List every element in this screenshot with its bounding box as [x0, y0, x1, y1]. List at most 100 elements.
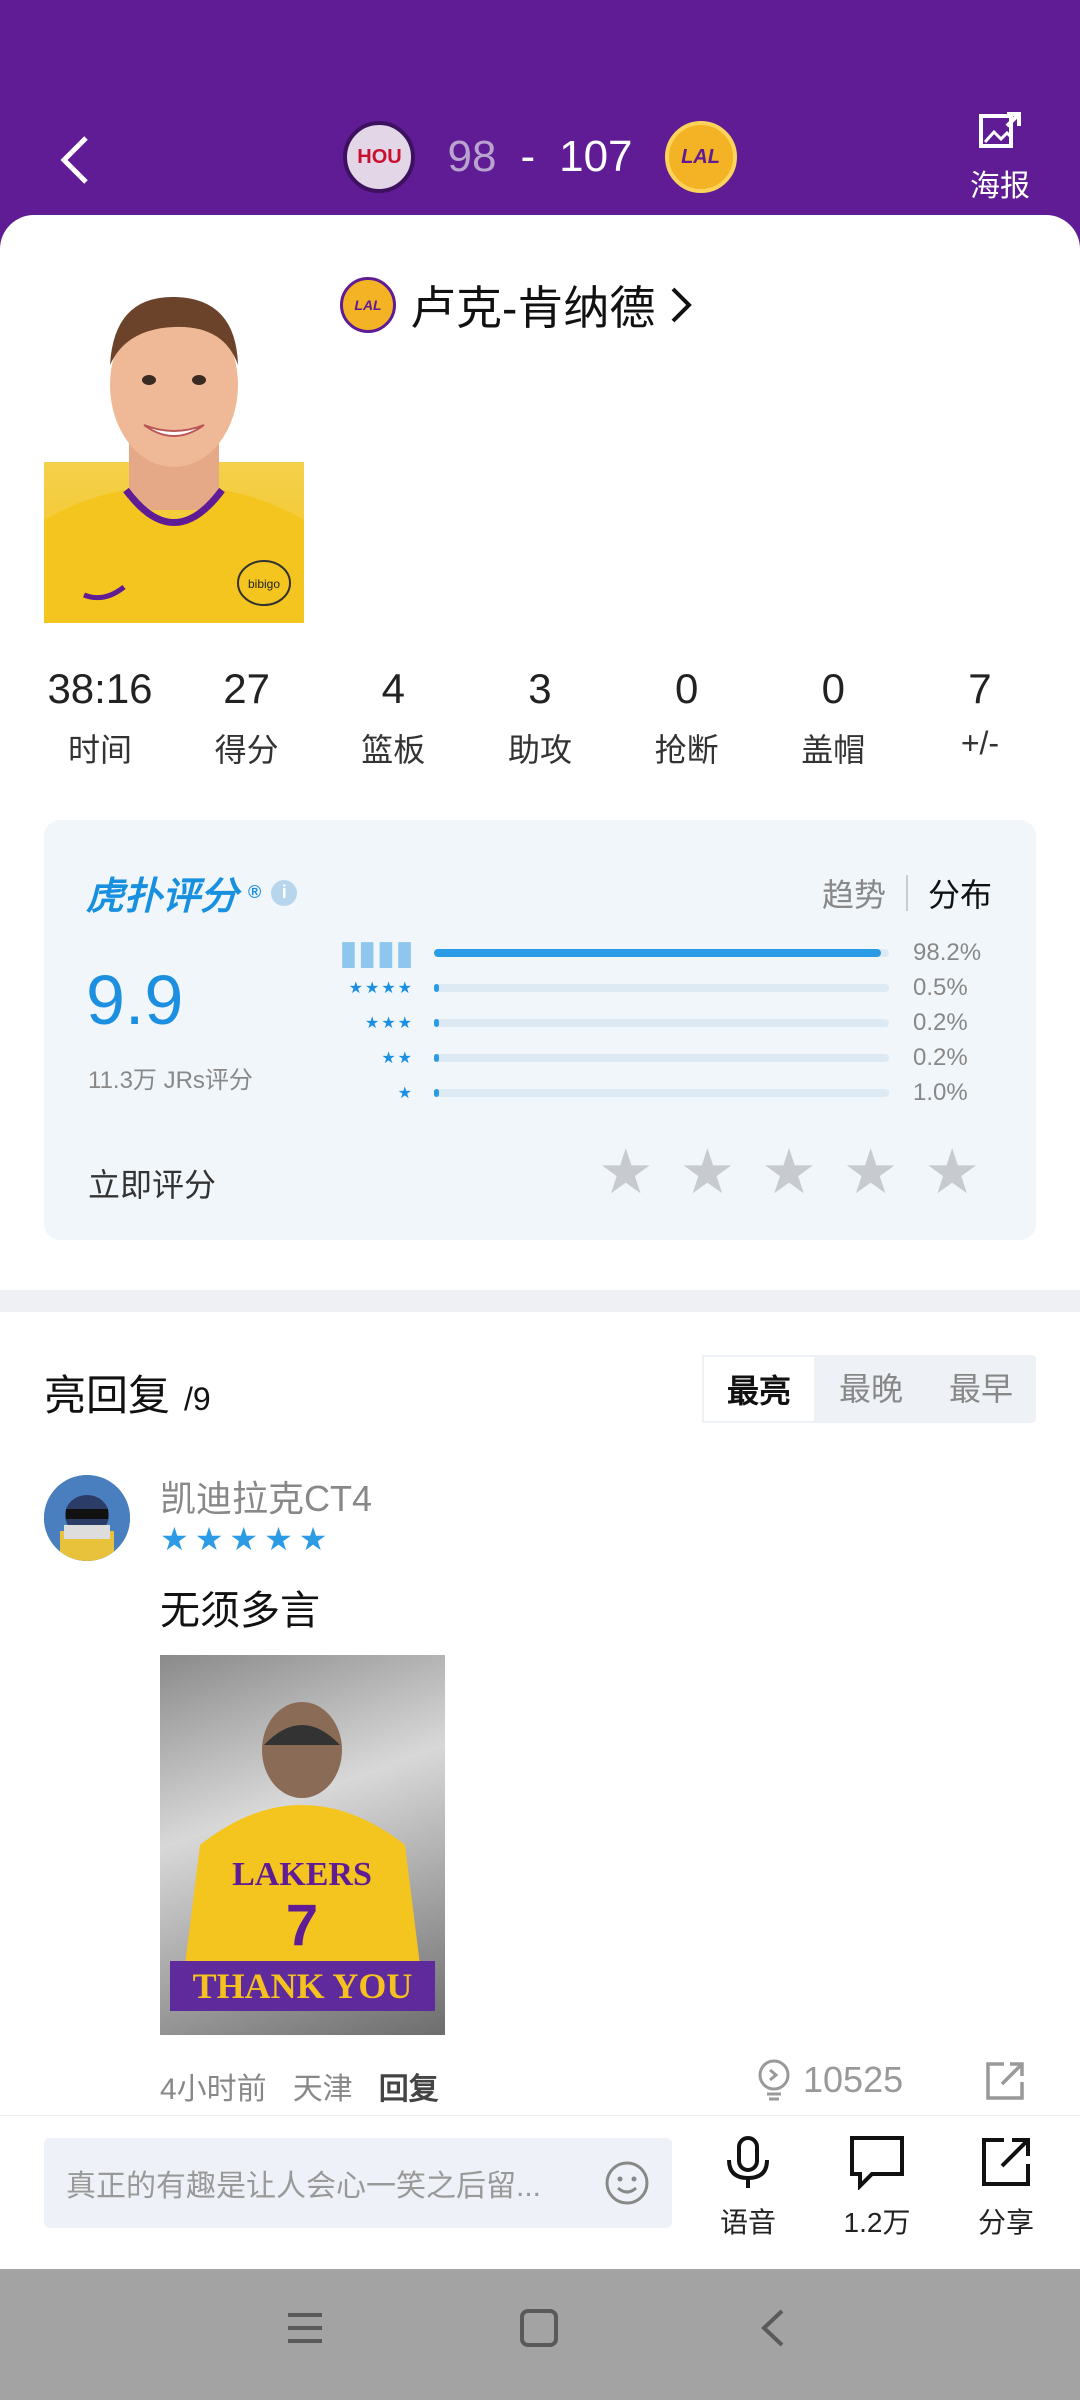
player-team-badge-text: LAL: [354, 297, 382, 313]
away-team-logo[interactable]: HOU: [343, 121, 416, 193]
tab-distribution[interactable]: 分布: [928, 870, 992, 916]
player-photo: bibigo: [44, 265, 304, 623]
star-icon: ★: [298, 1521, 328, 1557]
distribution-bar-fill: [434, 1018, 439, 1027]
stat-value: 0: [821, 665, 845, 712]
stat-value: 38:16: [47, 665, 153, 712]
comments-count-label: 1.2万: [843, 2207, 911, 2238]
comment-image[interactable]: LAKERS 7 THANK YOU: [160, 1655, 445, 2035]
poster-button[interactable]: 海报: [960, 110, 1040, 203]
stat-value: 0: [674, 665, 699, 712]
tab-trend[interactable]: 趋势: [822, 870, 886, 916]
sort-tab[interactable]: 最晚: [816, 1355, 926, 1419]
star-level-icon: ★: [397, 1084, 414, 1102]
registered-mark: ®: [248, 882, 262, 902]
comment-input-placeholder: 真正的有趣是让人会心一笑之后留...: [66, 2170, 542, 2203]
player-team-badge: LAL: [340, 277, 396, 333]
score-separator: -: [520, 132, 536, 181]
svg-text:LAKERS: LAKERS: [232, 1856, 372, 1893]
sort-tab[interactable]: 最亮: [702, 1355, 816, 1423]
stat-value: 7: [968, 665, 992, 712]
voice-button[interactable]: 语音: [703, 2134, 793, 2241]
stat-item: 7 +/-: [910, 665, 1050, 775]
distribution-percent: 1.0%: [913, 1078, 968, 1106]
avatar[interactable]: [44, 1475, 130, 1561]
stat-label: 盖帽: [801, 732, 866, 768]
bottom-action-bar: 真正的有趣是让人会心一笑之后留... 语音 1.2万 分享: [0, 2115, 1080, 2270]
share-button[interactable]: 分享: [961, 2134, 1051, 2241]
comment-time: 4小时前: [160, 2073, 267, 2106]
stat-item: 0 盖帽: [763, 665, 903, 775]
info-icon[interactable]: i: [271, 879, 298, 906]
comment-bubble-icon: [850, 2136, 904, 2191]
distribution-bar-fill: [434, 983, 439, 992]
comments-button[interactable]: 1.2万: [832, 2134, 922, 2241]
chevron-left-icon: [60, 136, 88, 184]
player-name-link[interactable]: LAL 卢克-肯纳德: [340, 265, 693, 345]
rate-now-label: 立即评分: [88, 1167, 217, 1203]
system-back-button[interactable]: [758, 2307, 788, 2354]
comment-share-button[interactable]: [984, 2060, 1026, 2107]
section-divider: [0, 1290, 1080, 1312]
comments-header: 亮回复/9: [44, 1362, 211, 1423]
back-button[interactable]: [44, 120, 104, 200]
comment-sort-tabs: 最亮 最晚 最早: [702, 1355, 1036, 1423]
player-card: bibigo LAL 卢克-肯纳德 38:16 时间 27 得分 4 篮板 3 助攻 0 抢断 0 盖…: [0, 215, 1080, 1305]
stat-value: 27: [223, 665, 271, 712]
rate-star-icon[interactable]: ★: [843, 1142, 899, 1204]
chevron-right-icon: [671, 287, 693, 323]
distribution-percent: 0.5%: [913, 973, 968, 1001]
like-button[interactable]: 10525: [755, 2058, 903, 2102]
stat-value: 4: [381, 665, 405, 712]
stat-item: 27 得分: [177, 665, 317, 775]
rate-star-icon[interactable]: ★: [924, 1142, 980, 1204]
stat-value: 3: [528, 665, 552, 712]
svg-text:7: 7: [286, 1893, 318, 1958]
stat-item: 38:16 时间: [30, 665, 170, 775]
stat-item: 0 抢断: [617, 665, 757, 775]
emoji-icon[interactable]: [604, 2160, 650, 2206]
rating-votes: 11.3万 JRs评分: [88, 1067, 253, 1094]
rate-star-icon[interactable]: ★: [680, 1142, 736, 1204]
scoreboard: HOU 98 - 107 LAL: [330, 121, 750, 193]
share-icon: [982, 2138, 1030, 2186]
home-team-logo[interactable]: LAL: [664, 121, 737, 193]
stat-line: 38:16 时间 27 得分 4 篮板 3 助攻 0 抢断 0 盖帽 7 +/-: [30, 665, 1050, 775]
distribution-percent: 0.2%: [913, 1043, 968, 1071]
rating-mode-tabs: 趋势 分布: [822, 870, 992, 916]
stat-item: 4 篮板: [323, 665, 463, 775]
player-name: 卢克-肯纳德: [410, 282, 656, 334]
reply-button[interactable]: 回复: [379, 2064, 439, 2108]
distribution-percent: 98.2%: [913, 938, 982, 966]
star-icon: ★: [264, 1521, 293, 1557]
comments-count: /9: [184, 1381, 211, 1417]
comment-star-rating: ★ ★ ★ ★ ★: [160, 1520, 327, 1558]
like-count: 10525: [803, 2059, 904, 2100]
average-rating: 9.9: [86, 961, 184, 1039]
rate-star-icon[interactable]: ★: [598, 1142, 654, 1204]
comment-input[interactable]: 真正的有趣是让人会心一笑之后留...: [44, 2138, 672, 2228]
rating-distribution: ▮▮▮▮ 98.2% ★★★★ 0.5% ★★★ 0.2% ★★ 0.2% ★ 1.0%: [334, 933, 994, 1110]
sort-tab[interactable]: 最早: [926, 1355, 1036, 1419]
system-navigation-bar: [0, 2269, 1080, 2400]
rate-star-icon[interactable]: ★: [761, 1142, 817, 1204]
star-level-icon: ▮▮▮▮: [339, 933, 414, 972]
away-team-abbr: HOU: [357, 145, 402, 168]
share-label: 分享: [977, 2207, 1034, 2238]
away-score: 98: [447, 132, 497, 181]
stat-label: 篮板: [361, 732, 426, 768]
distribution-row: ★★★ 0.2%: [334, 1005, 994, 1040]
rate-stars: ★ ★ ★ ★ ★: [598, 1142, 980, 1204]
distribution-bar-fill: [434, 948, 881, 957]
home-button[interactable]: [518, 2307, 560, 2354]
home-team-abbr: LAL: [681, 145, 720, 168]
distribution-row: ▮▮▮▮ 98.2%: [334, 933, 994, 972]
hupu-rating-brand: 虎扑评分 ® i: [86, 865, 298, 920]
recent-apps-button[interactable]: [284, 2307, 326, 2354]
home-score: 107: [559, 132, 633, 181]
distribution-bar: [434, 983, 889, 992]
distribution-row: ★★ 0.2%: [334, 1040, 994, 1075]
stat-label: 时间: [67, 732, 132, 768]
comment-username[interactable]: 凯迪拉克CT4: [160, 1470, 372, 1522]
brand-name: 虎扑评分: [86, 876, 239, 918]
